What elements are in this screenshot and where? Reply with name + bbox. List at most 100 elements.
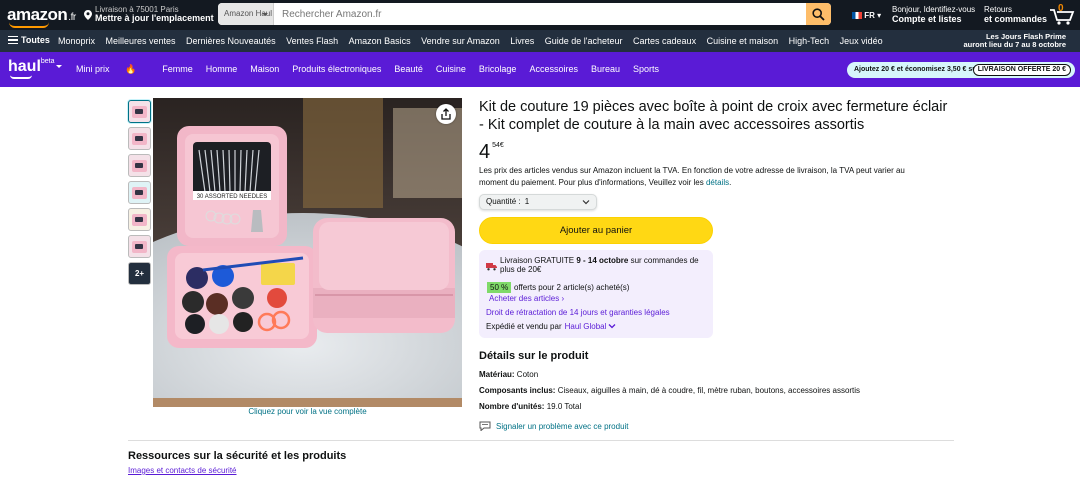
- category-nav: Toutes Monoprix Meilleures ventes Dernière…: [0, 30, 1080, 52]
- nav-item-new-releases[interactable]: Dernières Nouveautés: [186, 36, 276, 46]
- detail-label: Nombre d'unités:: [479, 402, 545, 411]
- nav-item-video-games[interactable]: Jeux vidéo: [840, 36, 883, 46]
- language-selector[interactable]: FR ▾: [852, 11, 881, 20]
- haul-item-electronics[interactable]: Produits électroniques: [292, 64, 381, 74]
- discount-badge: 50 %: [487, 282, 512, 293]
- thumbnail-detail: [135, 109, 143, 114]
- haul-nav: haulbeta Mini prix 🔥 Femme Homme Maison Prod…: [0, 52, 1080, 87]
- search-category-select[interactable]: Amazon Haul: [218, 3, 274, 25]
- detail-label: Composants inclus:: [479, 386, 556, 395]
- haul-item-bricolage[interactable]: Bricolage: [479, 64, 517, 74]
- detail-row-material: Matériau: Coton: [479, 370, 538, 379]
- haul-item-bureau[interactable]: Bureau: [591, 64, 620, 74]
- search-icon: [812, 8, 825, 21]
- thumbnail-3[interactable]: [128, 154, 151, 177]
- nav-item-kitchen[interactable]: Cuisine et maison: [707, 36, 779, 46]
- section-divider: [128, 440, 954, 441]
- returns-orders[interactable]: Retours et commandes: [984, 5, 1047, 24]
- haul-item-sports[interactable]: Sports: [633, 64, 659, 74]
- thumbnail-6[interactable]: [128, 235, 151, 258]
- fire-icon: 🔥: [125, 64, 137, 74]
- nav-item-books[interactable]: Livres: [510, 36, 534, 46]
- truck-icon: [486, 263, 497, 271]
- product-details-heading: Détails sur le produit: [479, 350, 589, 362]
- safety-contacts-link[interactable]: Images et contacts de sécurité: [128, 466, 237, 475]
- needle-card-label: 30 ASSORTED NEEDLES: [197, 194, 268, 200]
- thumbnail-detail: [135, 190, 143, 195]
- free-delivery-promo[interactable]: Ajoutez 20 € et économisez 3,50 € sur l.…: [847, 62, 1075, 78]
- language-label: FR: [864, 11, 875, 20]
- nav-item-amazon-basics[interactable]: Amazon Basics: [349, 36, 411, 46]
- quantity-select[interactable]: Quantité :1: [479, 194, 597, 210]
- thumbnail-1[interactable]: [128, 100, 151, 123]
- nav-item-gift-cards[interactable]: Cartes cadeaux: [633, 36, 696, 46]
- cart-button[interactable]: 0: [1048, 3, 1076, 26]
- report-problem-label: Signaler un problème avec ce produit: [496, 422, 629, 431]
- returns-policy-link[interactable]: Droit de rétractation de 14 jours et gar…: [486, 308, 670, 317]
- thumbnail-5[interactable]: [128, 208, 151, 231]
- detail-value: Coton: [516, 370, 539, 379]
- haul-logo[interactable]: haulbeta: [8, 58, 62, 76]
- view-full-image-link[interactable]: Cliquez pour voir la vue complète: [153, 407, 462, 416]
- account-label: Compte et listes: [892, 14, 962, 24]
- nav-item-sell[interactable]: Vendre sur Amazon: [421, 36, 500, 46]
- location-pin-icon: [84, 10, 92, 20]
- free-delivery-tag: LIVRAISON OFFERTE 20 €: [972, 64, 1071, 76]
- delivery-info-box: Livraison GRATUITE 9 - 14 octobre sur co…: [479, 250, 713, 338]
- discount-offer: offerts pour 2 article(s) acheté(s): [514, 283, 630, 292]
- report-problem-link[interactable]: Signaler un problème avec ce produit: [479, 421, 629, 432]
- thumbnail-detail: [135, 163, 143, 168]
- detail-value: Ciseaux, aiguilles à main, dé à coudre, …: [557, 386, 861, 395]
- haul-item-femme[interactable]: Femme: [162, 64, 193, 74]
- search-button[interactable]: [806, 3, 831, 25]
- search-input[interactable]: [278, 3, 798, 25]
- haul-item-cuisine[interactable]: Cuisine: [436, 64, 466, 74]
- buy-items-link[interactable]: Acheter des articles ›: [489, 294, 564, 303]
- price-fraction: 54: [492, 142, 500, 149]
- all-menu-label: Toutes: [21, 35, 50, 45]
- thumbnail-detail: [135, 244, 143, 249]
- thumbnail-detail: [135, 136, 143, 141]
- thumbnail-4[interactable]: [128, 181, 151, 204]
- haul-item-mini-prix[interactable]: Mini prix 🔥: [76, 64, 149, 74]
- haul-logo-badge: beta: [40, 58, 55, 65]
- returns-line2: et commandes: [984, 14, 1048, 24]
- all-menu-button[interactable]: Toutes: [8, 35, 50, 45]
- nav-item-high-tech[interactable]: High-Tech: [789, 36, 830, 46]
- nav-item-monoprix[interactable]: Monoprix: [58, 36, 95, 46]
- chevron-down-icon[interactable]: [608, 322, 616, 330]
- delivery-prefix: Livraison GRATUITE: [500, 256, 575, 265]
- price-whole: 4: [479, 141, 491, 163]
- nav-item-buyer-guide[interactable]: Guide de l'acheteur: [545, 36, 623, 46]
- quantity-label: Quantité :: [486, 197, 521, 206]
- haul-item-maison[interactable]: Maison: [250, 64, 279, 74]
- prime-promo-line2: auront lieu du 7 au 8 octobre: [963, 40, 1066, 49]
- share-icon: [441, 108, 451, 120]
- account-menu[interactable]: Bonjour, Identifiez-vous Compte et liste…: [892, 5, 975, 24]
- detail-label: Matériau:: [479, 370, 515, 379]
- delivery-dates: 9 - 14 octobre: [576, 256, 629, 265]
- vat-details-link[interactable]: détails: [706, 178, 729, 187]
- seller-link[interactable]: Haul Global: [565, 322, 607, 331]
- haul-item-accessoires[interactable]: Accessoires: [529, 64, 578, 74]
- nav-item-bestsellers[interactable]: Meilleures ventes: [106, 36, 176, 46]
- haul-smile-icon: [10, 75, 32, 79]
- thumbnail-more[interactable]: 2+: [128, 262, 151, 285]
- amazon-logo[interactable]: amazon.fr: [7, 5, 76, 28]
- haul-item-homme[interactable]: Homme: [206, 64, 238, 74]
- product-main-image[interactable]: 30 ASSORTED NEEDLES: [153, 98, 462, 407]
- product-photo: 30 ASSORTED NEEDLES: [153, 98, 462, 407]
- nav-item-flash-sales[interactable]: Ventes Flash: [286, 36, 338, 46]
- haul-item-beaute[interactable]: Beauté: [394, 64, 423, 74]
- add-to-cart-button[interactable]: Ajouter au panier: [479, 217, 713, 244]
- chevron-down-icon: [582, 200, 590, 205]
- thumbnail-2[interactable]: [128, 127, 151, 150]
- prime-days-promo[interactable]: Les Jours Flash Prime auront lieu du 7 a…: [963, 33, 1066, 49]
- sold-by-label: Expédié et vendu par: [486, 322, 562, 331]
- share-button[interactable]: [436, 104, 456, 124]
- detail-row-units: Nombre d'unités: 19.0 Total: [479, 402, 581, 411]
- haul-item-mini-prix-label: Mini prix: [76, 64, 110, 74]
- product-title: Kit de couture 19 pièces avec boîte à po…: [479, 99, 948, 133]
- haul-logo-text: haul: [8, 58, 41, 75]
- returns-line1: Retours: [984, 5, 1013, 14]
